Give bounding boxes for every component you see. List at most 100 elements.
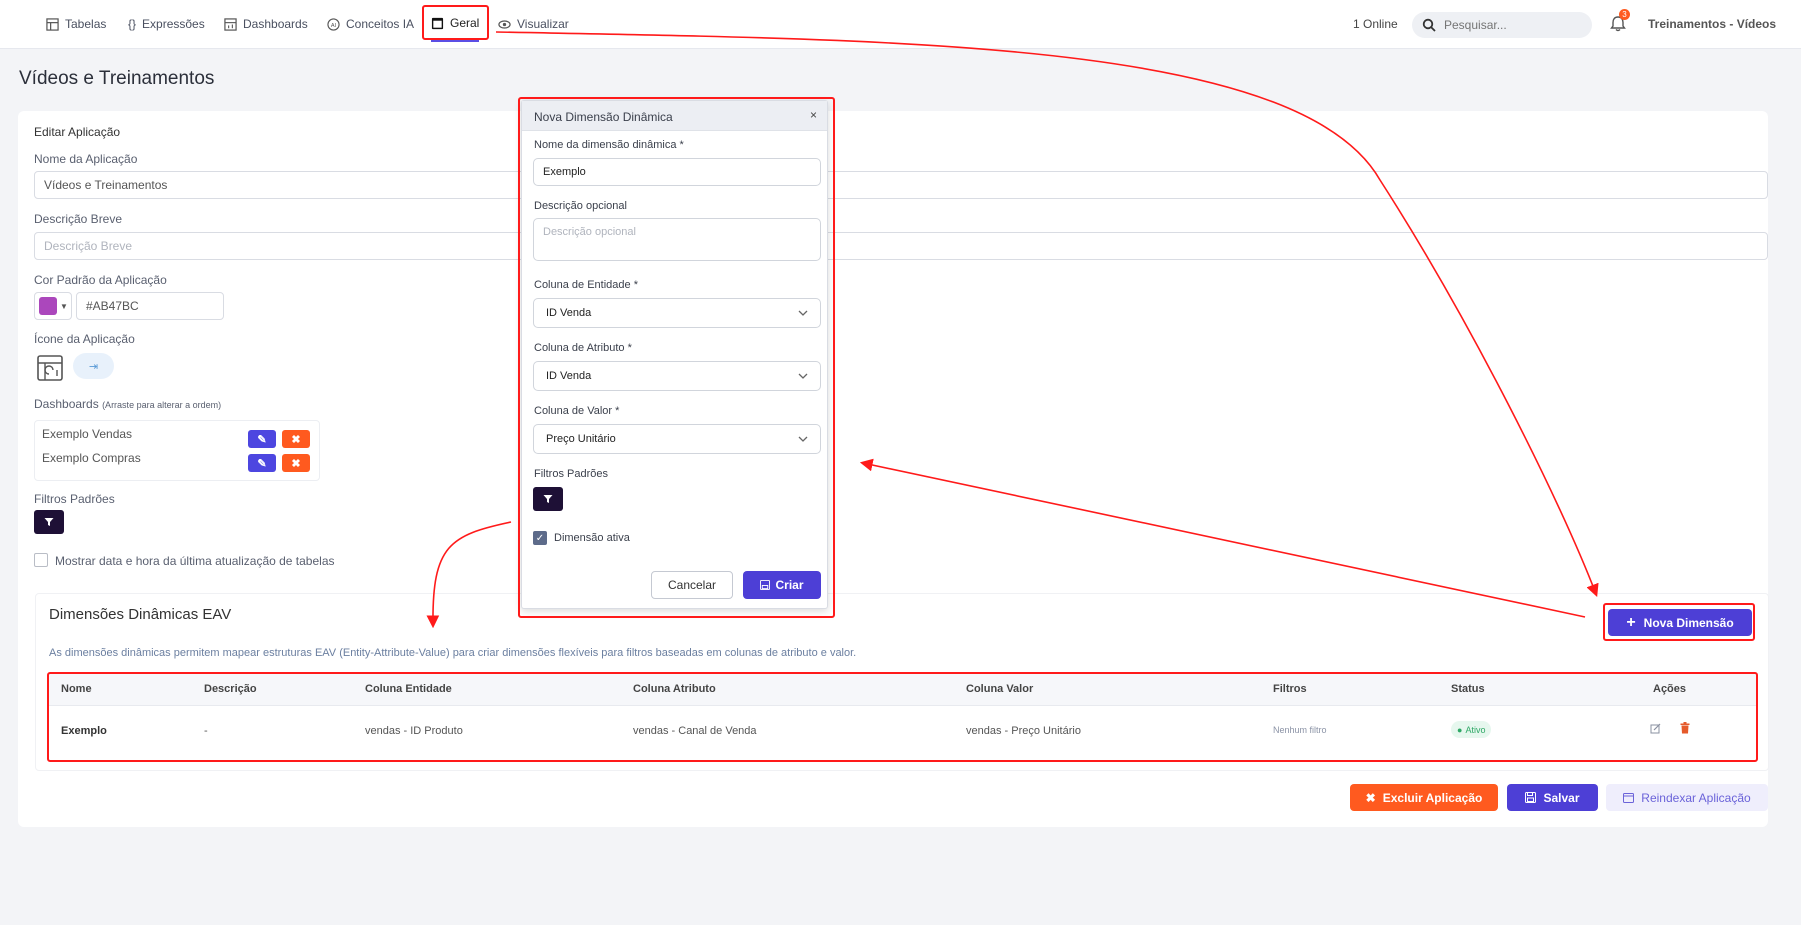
table-header: Nome Descrição Coluna Entidade Coluna At…	[49, 674, 1756, 706]
color-hex-field[interactable]: #AB47BC	[76, 292, 224, 320]
entity-column-select[interactable]: ID Venda	[533, 298, 821, 328]
icon-select-button[interactable]: ⇥	[73, 353, 114, 379]
search-icon	[1422, 18, 1436, 32]
delete-application-label: Excluir Aplicação	[1382, 790, 1483, 805]
entity-column-value: ID Venda	[546, 307, 592, 319]
filter-button[interactable]	[34, 510, 64, 534]
dashboard-icon	[224, 17, 237, 31]
dimension-description-textarea[interactable]: Descrição opcional	[533, 218, 821, 261]
tab-expressoes[interactable]: {} Expressões	[128, 13, 205, 35]
tab-label: Dashboards	[243, 17, 308, 31]
tab-dashboards[interactable]: Dashboards	[224, 13, 308, 35]
reindex-label: Reindexar Aplicação	[1641, 790, 1751, 805]
trash-icon[interactable]	[1680, 722, 1690, 734]
edit-button[interactable]: ✎	[248, 430, 276, 448]
attribute-column-value: ID Venda	[546, 370, 592, 382]
close-icon[interactable]: ×	[810, 108, 817, 122]
color-swatch	[39, 297, 57, 315]
column-header: Filtros	[1273, 683, 1307, 695]
description-field[interactable]: Descrição Breve	[34, 232, 1768, 260]
dashboards-list: Exemplo Vendas Exemplo Compras ✎ ✖ ✎ ✖	[34, 420, 320, 481]
dashboards-label-text: Dashboards	[34, 397, 99, 411]
entity-column-label: Coluna de Entidade *	[534, 279, 638, 291]
tab-tabelas[interactable]: Tabelas	[46, 13, 106, 35]
calendar-icon	[1623, 793, 1635, 803]
attribute-column-select[interactable]: ID Venda	[533, 361, 821, 391]
tab-label: Conceitos IA	[346, 17, 415, 31]
tab-label: Tabelas	[65, 17, 107, 31]
chevron-down-icon	[798, 373, 808, 379]
create-button[interactable]: Criar	[743, 571, 821, 599]
notification-badge: 3	[1619, 9, 1630, 20]
tab-label: Expressões	[142, 17, 205, 31]
cell-atributo: vendas - Canal de Venda	[633, 725, 757, 737]
delete-application-button[interactable]: ✖ Excluir Aplicação	[1350, 784, 1498, 811]
chevron-down-icon	[798, 310, 808, 316]
arrow-to-line-icon: ⇥	[88, 360, 99, 373]
description-label: Descrição Breve	[34, 212, 123, 226]
filter-icon	[543, 495, 553, 503]
value-column-select[interactable]: Preço Unitário	[533, 424, 821, 454]
tab-label: Geral	[450, 16, 480, 30]
tab-conceitos-ia[interactable]: AI Conceitos IA	[327, 13, 414, 35]
online-count: 1 Online	[1353, 17, 1398, 31]
close-icon: ✖	[291, 457, 301, 470]
app-dashboard-icon[interactable]	[36, 354, 64, 382]
tab-visualizar[interactable]: Visualizar	[498, 13, 569, 35]
icon-label: Ícone da Aplicação	[34, 332, 135, 346]
cell-filtros: Nenhum filtro	[1273, 725, 1327, 735]
cancel-button[interactable]: Cancelar	[651, 571, 733, 599]
search-box[interactable]	[1412, 12, 1592, 38]
column-header: Status	[1451, 683, 1485, 695]
show-update-checkbox[interactable]	[34, 553, 48, 567]
dashboard-item[interactable]: Exemplo Compras	[42, 451, 141, 465]
dashboards-hint: (Arraste para alterar a ordem)	[102, 400, 222, 410]
svg-text:AI: AI	[331, 22, 337, 28]
modal-filter-button[interactable]	[533, 487, 563, 511]
name-label: Nome da Aplicação	[34, 152, 138, 166]
dimension-name-input[interactable]: Exemplo	[533, 158, 821, 186]
reindex-application-button[interactable]: Reindexar Aplicação	[1606, 784, 1768, 811]
dimension-description-placeholder: Descrição opcional	[543, 226, 636, 238]
filter-icon	[44, 518, 54, 526]
application-name-value: Vídeos e Treinamentos	[44, 178, 168, 192]
new-dimension-button[interactable]: + Nova Dimensão	[1608, 609, 1752, 636]
tab-geral[interactable]: Geral	[431, 6, 480, 42]
current-app-name[interactable]: Treinamentos - Vídeos	[1648, 17, 1776, 31]
application-name-field[interactable]: Vídeos e Treinamentos	[34, 171, 1768, 199]
page-title: Vídeos e Treinamentos	[19, 68, 215, 89]
tab-label: Visualizar	[517, 17, 569, 31]
value-column-value: Preço Unitário	[546, 433, 616, 445]
column-header: Coluna Valor	[966, 683, 1034, 695]
remove-button[interactable]: ✖	[282, 430, 310, 448]
edit-button[interactable]: ✎	[248, 454, 276, 472]
edit-icon[interactable]	[1650, 723, 1661, 734]
eav-title: Dimensões Dinâmicas EAV	[49, 606, 232, 623]
section-title: Editar Aplicação	[34, 125, 121, 139]
status-badge: ● Ativo	[1451, 721, 1492, 738]
column-header: Nome	[61, 683, 92, 695]
save-button[interactable]: Salvar	[1507, 784, 1598, 811]
description-placeholder: Descrição Breve	[44, 239, 133, 253]
create-label: Criar	[775, 578, 804, 592]
dashboards-label: Dashboards (Arraste para alterar a ordem…	[34, 397, 221, 411]
value-column-label: Coluna de Valor *	[534, 405, 620, 417]
active-dimension-label: Dimensão ativa	[554, 532, 630, 544]
save-icon	[760, 580, 771, 590]
dimension-name-value: Exemplo	[543, 166, 586, 178]
status-text: Ativo	[1465, 724, 1486, 735]
table-icon	[46, 17, 59, 31]
active-dimension-checkbox[interactable]: ✓	[533, 531, 547, 545]
search-input[interactable]	[1444, 18, 1574, 32]
attribute-column-label: Coluna de Atributo *	[534, 342, 632, 354]
show-update-label: Mostrar data e hora da última atualizaçã…	[55, 554, 335, 568]
column-header: Coluna Atributo	[633, 683, 716, 695]
eav-description: As dimensões dinâmicas permitem mapear e…	[49, 647, 857, 659]
modal-filters-label: Filtros Padrões	[534, 468, 608, 480]
color-picker[interactable]: ▼	[34, 292, 72, 320]
remove-button[interactable]: ✖	[282, 454, 310, 472]
dashboard-item[interactable]: Exemplo Vendas	[42, 427, 132, 441]
cell-descricao: -	[204, 725, 208, 737]
braces-icon: {}	[128, 17, 137, 31]
cell-nome: Exemplo	[61, 725, 107, 737]
